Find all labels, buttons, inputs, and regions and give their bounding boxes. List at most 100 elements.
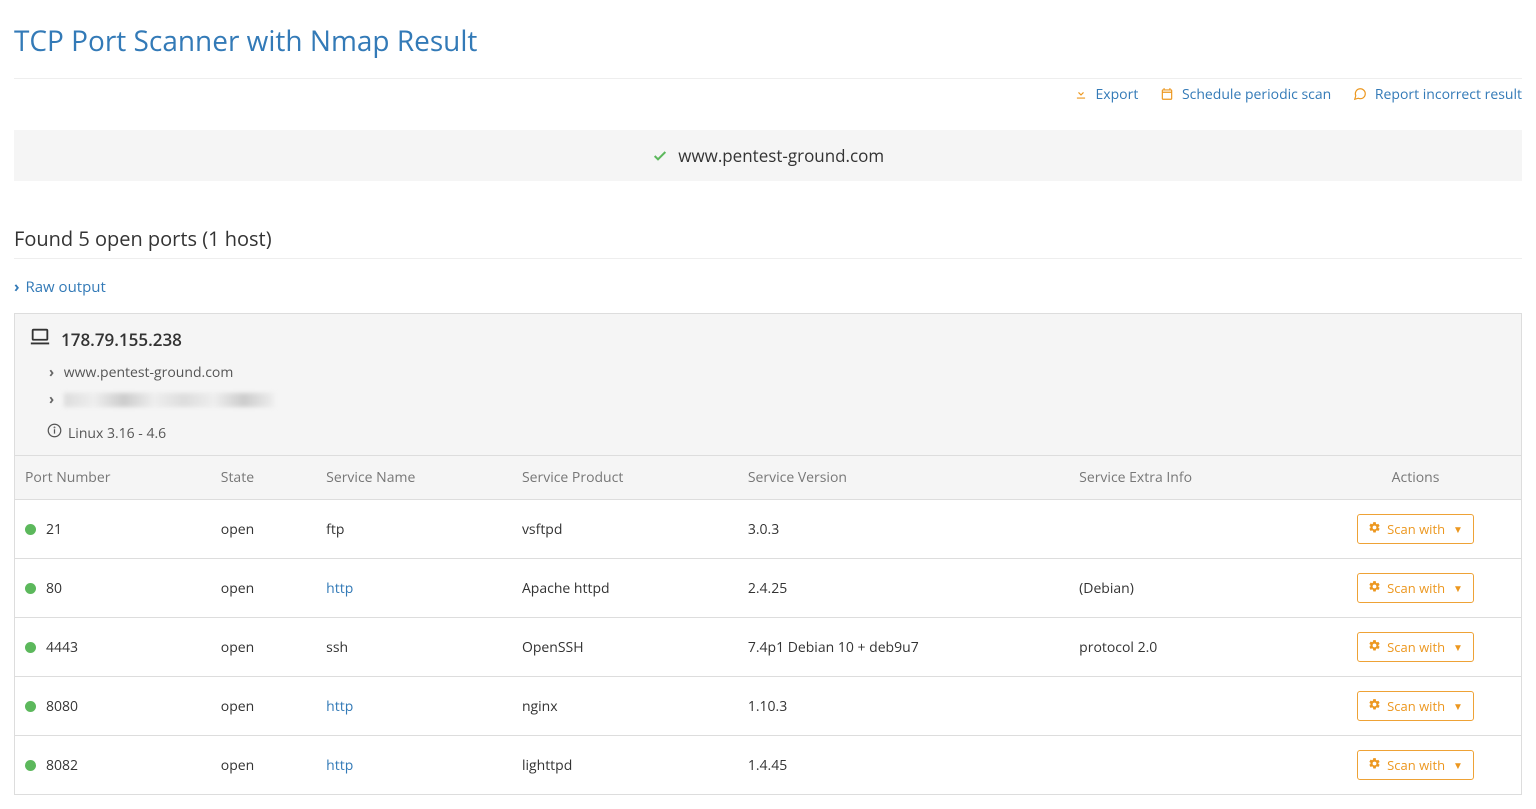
export-label: Export	[1096, 85, 1139, 104]
chevron-right-icon: ›	[49, 363, 54, 382]
table-row: 21openftpvsftpd3.0.3Scan with▼	[15, 500, 1521, 559]
report-link[interactable]: Report incorrect result	[1353, 85, 1522, 104]
title-divider	[14, 78, 1522, 79]
cell-version: 1.10.3	[738, 677, 1069, 736]
cell-state: open	[211, 618, 316, 677]
caret-down-icon: ▼	[1453, 522, 1463, 536]
col-port: Port Number	[15, 456, 211, 500]
export-link[interactable]: Export	[1074, 85, 1142, 104]
chevron-right-icon: ›	[14, 277, 20, 297]
schedule-link[interactable]: Schedule periodic scan	[1160, 85, 1335, 104]
cell-version: 2.4.25	[738, 559, 1069, 618]
scan-with-button[interactable]: Scan with ▼	[1357, 514, 1474, 544]
cell-product: Apache httpd	[512, 559, 738, 618]
cell-product: nginx	[512, 677, 738, 736]
cell-state: open	[211, 736, 316, 795]
schedule-label: Schedule periodic scan	[1182, 85, 1331, 104]
service-link[interactable]: http	[326, 756, 353, 775]
cell-service: ftp	[316, 500, 512, 559]
cell-extra: (Debian)	[1069, 559, 1310, 618]
gear-icon	[1368, 520, 1381, 538]
host-ip: 178.79.155.238	[61, 328, 182, 351]
cell-version: 7.4p1 Debian 10 + deb9u7	[738, 618, 1069, 677]
gear-icon	[1368, 697, 1381, 715]
port-number: 80	[46, 579, 62, 598]
gear-icon	[1368, 756, 1381, 774]
host-alt-rdns-row[interactable]: ›	[15, 386, 1521, 413]
host-rdns-row[interactable]: › www.pentest-ground.com	[15, 359, 1521, 386]
found-ports-title: Found 5 open ports (1 host)	[14, 225, 1522, 252]
check-icon	[652, 144, 672, 167]
caret-down-icon: ▼	[1453, 758, 1463, 772]
scan-with-button[interactable]: Scan with ▼	[1357, 750, 1474, 780]
col-version: Service Version	[738, 456, 1069, 500]
cell-actions: Scan with▼	[1310, 559, 1521, 618]
cell-port: 8080	[15, 677, 211, 736]
cell-state: open	[211, 559, 316, 618]
redacted-hostname	[64, 393, 274, 407]
cell-port: 4443	[15, 618, 211, 677]
cell-service: http	[316, 736, 512, 795]
status-dot-icon	[25, 583, 36, 594]
cell-extra	[1069, 736, 1310, 795]
port-number: 21	[46, 520, 62, 539]
table-row: 8080openhttpnginx1.10.3Scan with▼	[15, 677, 1521, 736]
caret-down-icon: ▼	[1453, 640, 1463, 654]
cell-version: 3.0.3	[738, 500, 1069, 559]
raw-output-toggle[interactable]: › Raw output	[14, 277, 106, 297]
col-service: Service Name	[316, 456, 512, 500]
caret-down-icon: ▼	[1453, 581, 1463, 595]
scan-with-label: Scan with	[1387, 520, 1445, 538]
target-host-label: www.pentest-ground.com	[678, 144, 884, 167]
cell-service: ssh	[316, 618, 512, 677]
cell-port: 8082	[15, 736, 211, 795]
port-number: 4443	[46, 638, 78, 657]
scan-with-button[interactable]: Scan with▼	[1357, 573, 1474, 603]
download-icon	[1074, 85, 1092, 104]
target-bar: www.pentest-ground.com	[14, 130, 1522, 181]
cell-product: vsftpd	[512, 500, 738, 559]
cell-extra: protocol 2.0	[1069, 618, 1310, 677]
cell-actions: Scan with ▼	[1310, 500, 1521, 559]
host-os-row: Linux 3.16 - 4.6	[15, 413, 1521, 455]
col-state: State	[211, 456, 316, 500]
cell-service: http	[316, 677, 512, 736]
status-dot-icon	[25, 760, 36, 771]
scan-with-button[interactable]: Scan with ▼	[1357, 632, 1474, 662]
calendar-icon	[1160, 85, 1178, 104]
found-divider	[14, 258, 1522, 259]
cell-actions: Scan with ▼	[1310, 618, 1521, 677]
port-number: 8080	[46, 697, 78, 716]
service-link[interactable]: http	[326, 579, 353, 598]
gear-icon	[1368, 638, 1381, 656]
laptop-icon	[29, 326, 51, 353]
scan-with-label: Scan with	[1387, 638, 1445, 656]
table-row: 80 open http Apache httpd2.4.25(Debian) Scan…	[15, 559, 1521, 618]
cell-product: lighttpd	[512, 736, 738, 795]
ports-table: Port Number State Service Name Service P…	[15, 455, 1521, 794]
top-actions-bar: Export Schedule periodic scan Report inc…	[14, 85, 1522, 104]
table-row: 4443opensshOpenSSH7.4p1 Debian 10 + deb9…	[15, 618, 1521, 677]
scan-with-label: Scan with	[1387, 756, 1445, 774]
cell-port: 21	[15, 500, 211, 559]
cell-port: 80	[15, 559, 211, 618]
host-rdns-label: www.pentest-ground.com	[64, 363, 234, 382]
scan-with-label: Scan with	[1387, 697, 1445, 715]
host-os-label: Linux 3.16 - 4.6	[68, 424, 166, 443]
status-dot-icon	[25, 642, 36, 653]
scan-with-button[interactable]: Scan with▼	[1357, 691, 1474, 721]
col-actions: Actions	[1310, 456, 1521, 500]
info-icon	[47, 423, 62, 443]
col-extra: Service Extra Info	[1069, 456, 1310, 500]
raw-output-label: Raw output	[25, 277, 105, 297]
gear-icon	[1368, 579, 1381, 597]
cell-actions: Scan with▼	[1310, 677, 1521, 736]
service-link[interactable]: http	[326, 697, 353, 716]
report-label: Report incorrect result	[1375, 85, 1522, 104]
cell-extra	[1069, 500, 1310, 559]
host-header: 178.79.155.238	[15, 314, 1521, 359]
cell-service: http	[316, 559, 512, 618]
cell-extra	[1069, 677, 1310, 736]
status-dot-icon	[25, 701, 36, 712]
status-dot-icon	[25, 524, 36, 535]
